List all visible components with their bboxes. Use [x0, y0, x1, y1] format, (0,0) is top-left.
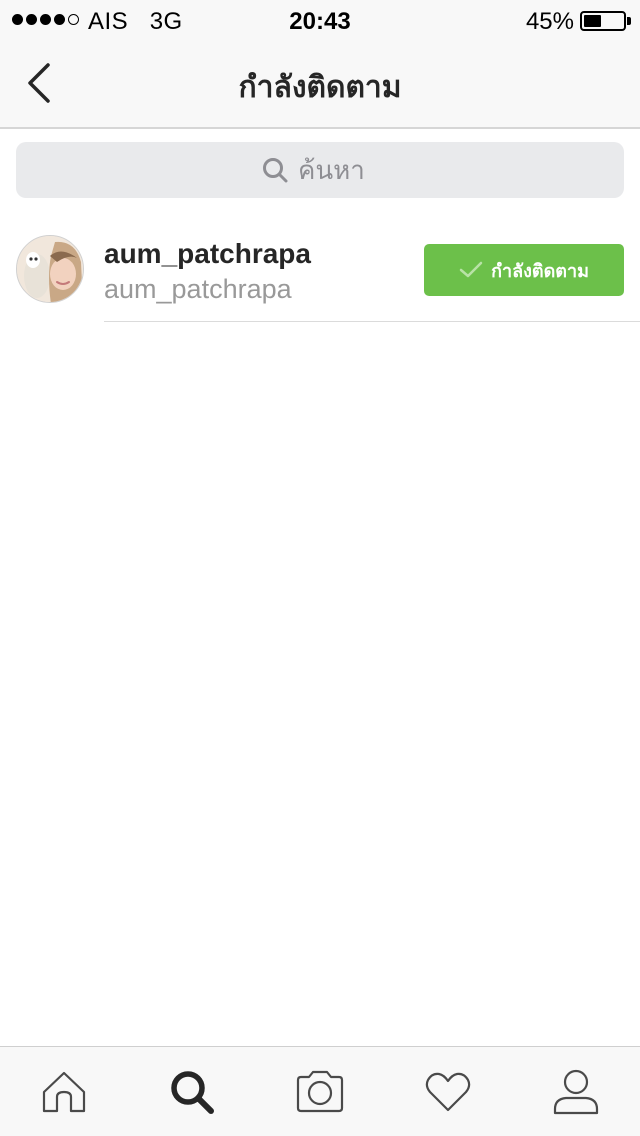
avatar[interactable]	[16, 235, 84, 303]
signal-dot	[12, 14, 23, 25]
profile-photo	[17, 236, 83, 302]
checkmark-icon	[459, 261, 483, 278]
chevron-left-icon	[28, 63, 50, 103]
list-item[interactable]: aum_patchrapa aum_patchrapa กำลังติดตาม	[0, 218, 640, 322]
tab-bar	[0, 1046, 640, 1136]
search-icon	[171, 1070, 214, 1114]
username[interactable]: aum_patchrapa	[104, 238, 311, 270]
search-bar[interactable]	[16, 142, 624, 198]
full-name: aum_patchrapa	[104, 274, 292, 304]
search-icon	[263, 158, 288, 183]
following-button[interactable]: กำลังติดตาม	[424, 244, 624, 296]
divider	[104, 321, 640, 322]
camera-icon	[296, 1070, 344, 1112]
battery-percent: 45%	[525, 8, 574, 35]
carrier-info: AIS 3G	[88, 8, 183, 36]
tab-camera[interactable]	[256, 1047, 384, 1136]
signal-dot	[54, 14, 65, 25]
network-type: 3G	[149, 8, 183, 35]
battery-icon	[580, 11, 626, 31]
tab-profile[interactable]	[512, 1047, 640, 1136]
battery-cap	[627, 17, 631, 25]
tab-home[interactable]	[0, 1047, 128, 1136]
signal-dot	[26, 14, 37, 25]
signal-strength-icon	[12, 14, 79, 25]
tab-search[interactable]	[128, 1047, 256, 1136]
carrier-name: AIS	[88, 8, 129, 35]
search-input[interactable]	[298, 154, 378, 186]
navigation-bar: กำลังติดตาม	[0, 40, 640, 129]
signal-dot	[68, 14, 79, 25]
back-button[interactable]	[14, 58, 64, 108]
heart-icon	[425, 1072, 471, 1111]
page-title: กำลังติดตาม	[238, 71, 402, 104]
following-button-label: กำลังติดตาม	[491, 260, 589, 281]
tab-activity[interactable]	[384, 1047, 512, 1136]
person-icon	[553, 1069, 599, 1114]
battery-fill	[584, 15, 601, 27]
status-bar: AIS 3G 20:43 45%	[0, 0, 640, 40]
home-icon	[42, 1071, 86, 1112]
signal-dot	[40, 14, 51, 25]
